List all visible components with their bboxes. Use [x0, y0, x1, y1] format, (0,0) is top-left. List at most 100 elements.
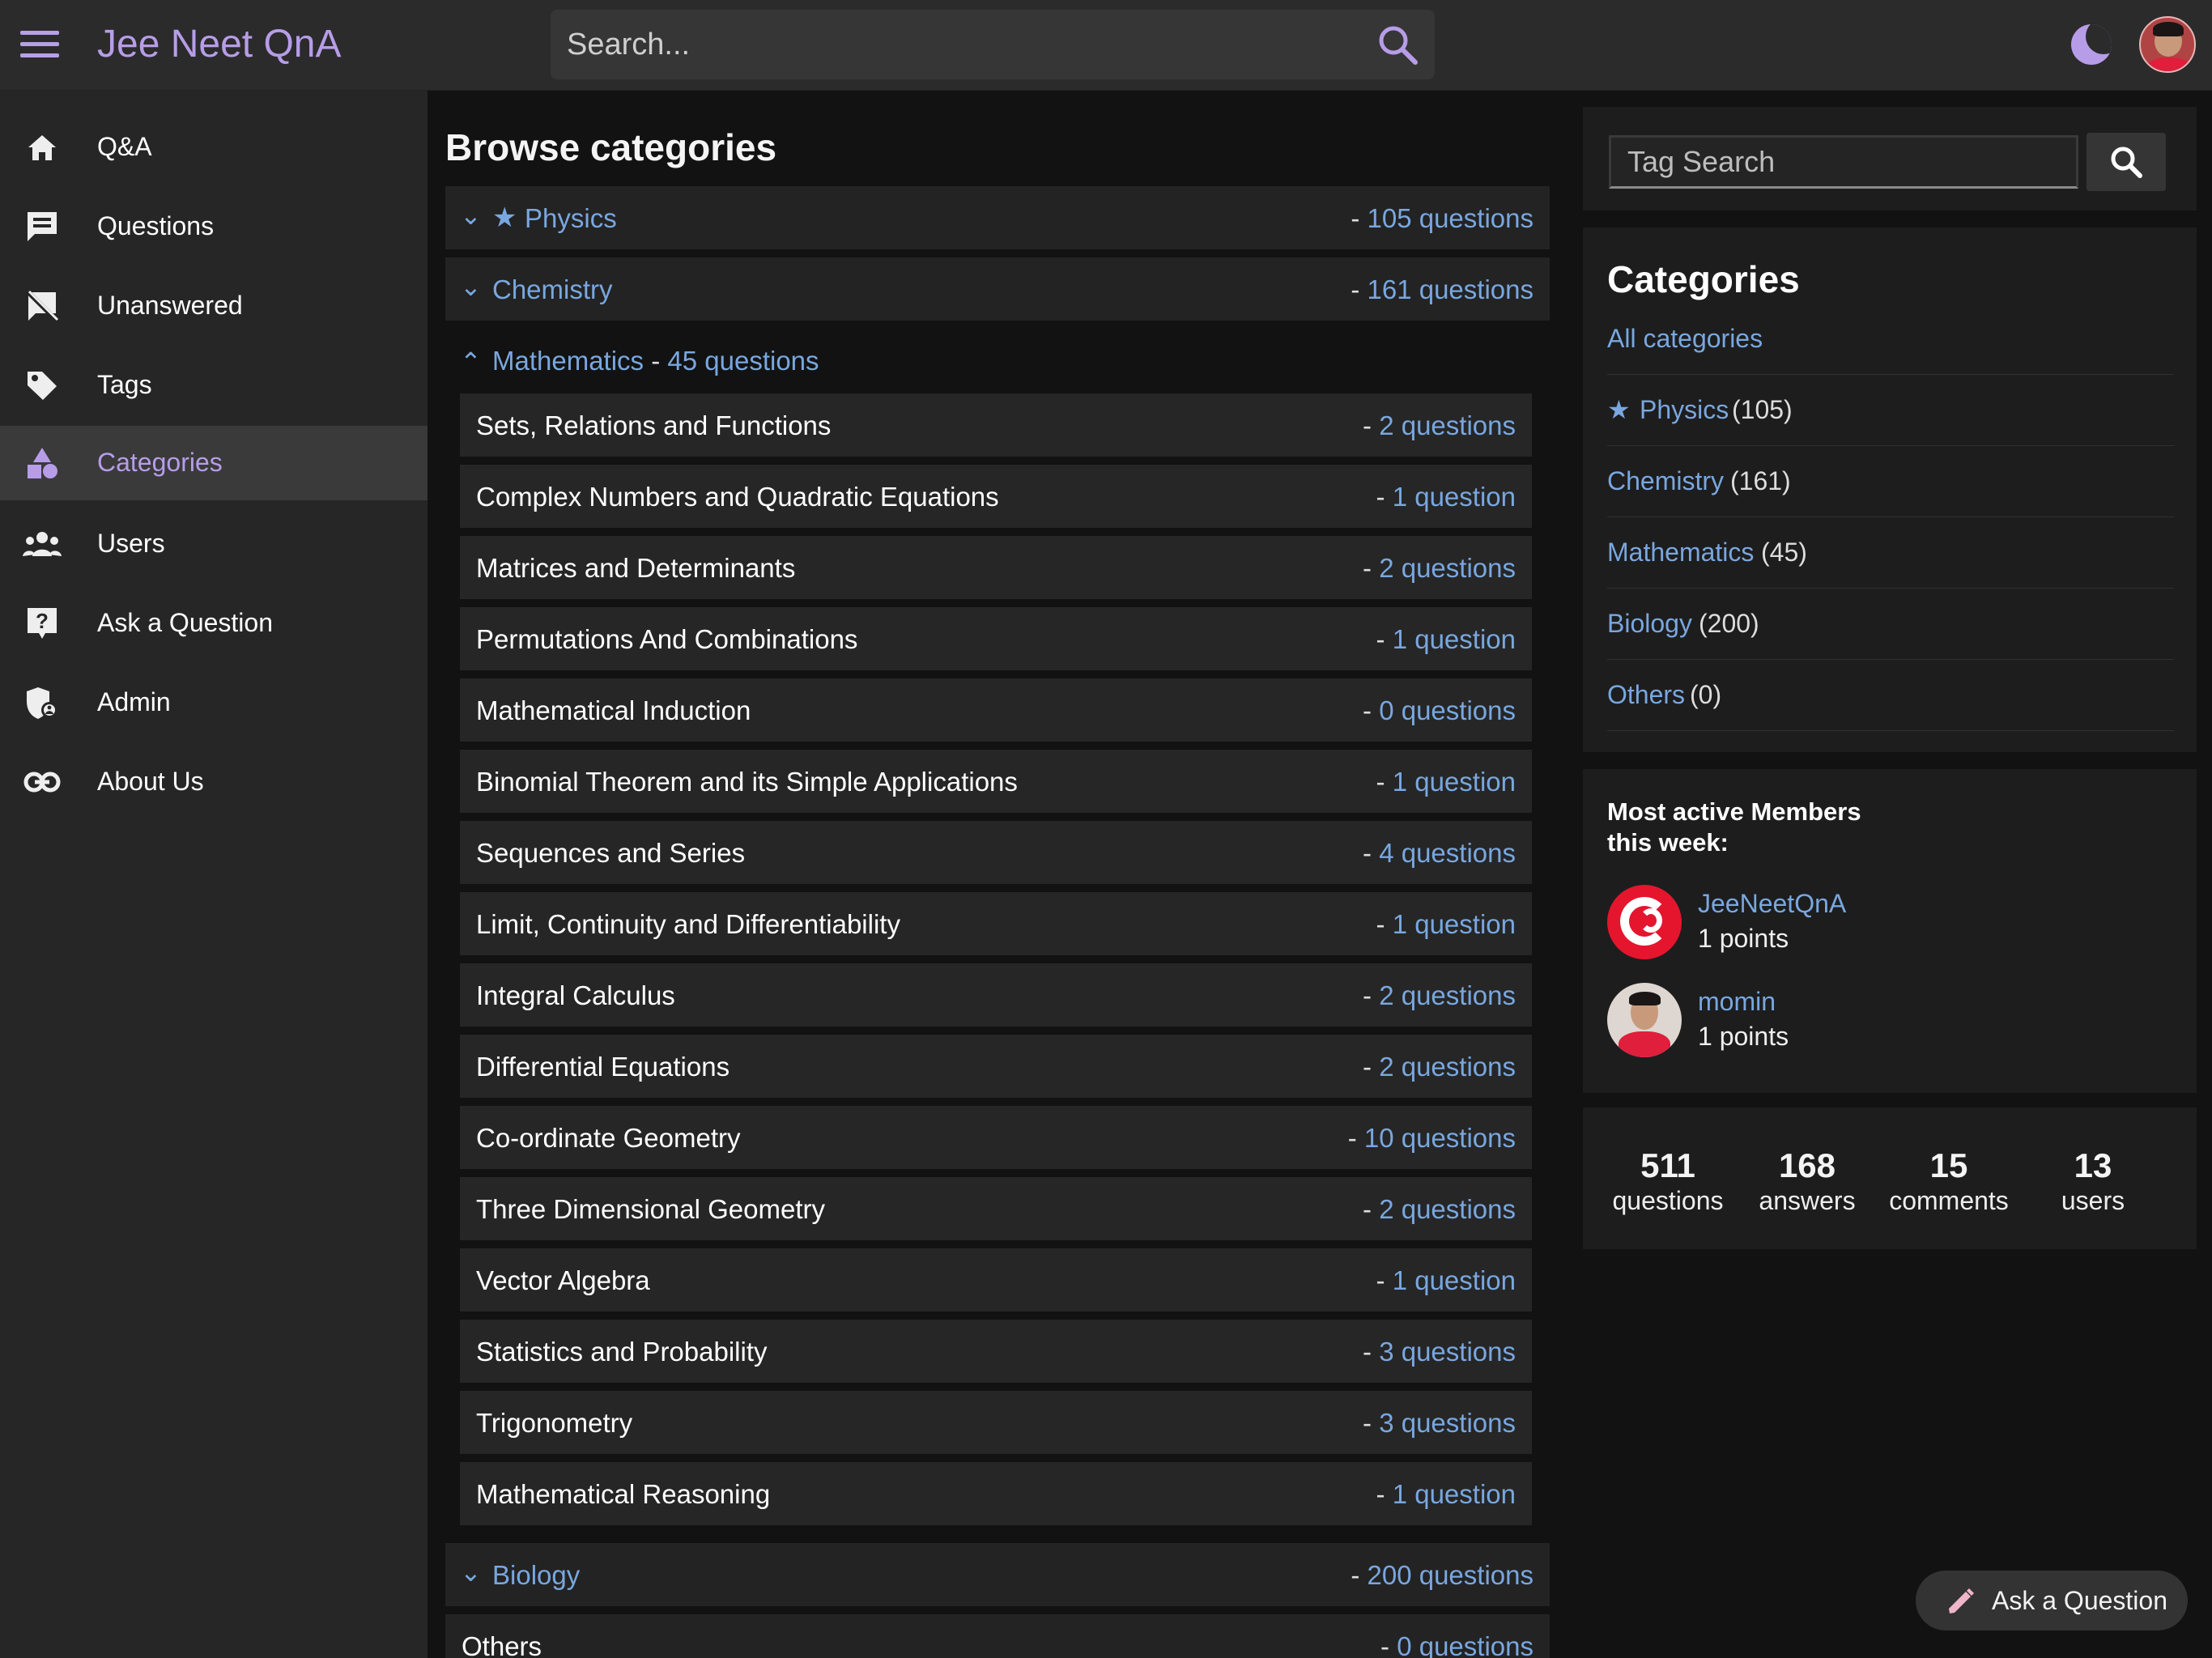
subcategory-name[interactable]: Co-ordinate Geometry	[476, 1123, 740, 1154]
category-name[interactable]: Chemistry	[492, 274, 613, 305]
subcategory-name[interactable]: Statistics and Probability	[476, 1337, 768, 1367]
category-link-biology[interactable]: Biology (200)	[1607, 589, 2174, 660]
member-avatar[interactable]	[1607, 983, 1682, 1057]
category-link-chemistry[interactable]: Chemistry (161)	[1607, 446, 2174, 517]
category-link-label[interactable]: Biology	[1607, 608, 1692, 639]
subcategory-row[interactable]: Co-ordinate Geometry - 10 questions	[460, 1106, 1532, 1169]
subcategory-count[interactable]: - 1 question	[1376, 1479, 1516, 1510]
subcategory-row[interactable]: Mathematical Reasoning - 1 question	[460, 1462, 1532, 1525]
category-link-label[interactable]: Chemistry	[1607, 466, 1724, 496]
tag-search-button[interactable]	[2087, 133, 2166, 191]
subcategory-count[interactable]: - 1 question	[1376, 1265, 1516, 1296]
ask-question-label[interactable]: Ask a Question	[1992, 1585, 2167, 1616]
chevron-down-icon[interactable]: ⌄	[460, 1559, 482, 1585]
subcategory-name[interactable]: Binomial Theorem and its Simple Applicat…	[476, 767, 1018, 797]
subcategory-row[interactable]: Permutations And Combinations - 1 questio…	[460, 607, 1532, 670]
subcategory-row[interactable]: Mathematical Induction - 0 questions	[460, 678, 1532, 742]
subcategory-name[interactable]: Vector Algebra	[476, 1265, 650, 1296]
subcategory-count[interactable]: - 2 questions	[1363, 980, 1516, 1011]
chevron-down-icon[interactable]: ⌄	[460, 274, 482, 300]
sidebar-item-categories[interactable]: Categories	[0, 426, 428, 500]
member-item[interactable]: momin 1 points	[1607, 983, 2133, 1064]
subcategory-row[interactable]: Complex Numbers and Quadratic Equations -…	[460, 465, 1532, 528]
member-avatar[interactable]	[1607, 885, 1682, 959]
subcategory-row[interactable]: Differential Equations - 2 questions	[460, 1035, 1532, 1098]
subcategory-count[interactable]: - 3 questions	[1363, 1408, 1516, 1439]
member-item[interactable]: JeeNeetQnA 1 points	[1607, 885, 2133, 966]
subcategory-row[interactable]: Integral Calculus - 2 questions	[460, 963, 1532, 1027]
member-name[interactable]: momin	[1698, 986, 1776, 1017]
category-link-others[interactable]: Others (0)	[1607, 660, 2174, 731]
sidebar-item-questions[interactable]: Questions	[0, 189, 428, 264]
category-row-physics[interactable]: ⌄ ★ Physics - 105 questions	[445, 186, 1550, 249]
subcategory-name[interactable]: Mathematical Reasoning	[476, 1479, 770, 1510]
search-icon[interactable]	[1373, 20, 1423, 70]
category-row-others[interactable]: Others - 0 questions	[445, 1614, 1550, 1658]
moon-icon[interactable]	[2071, 24, 2112, 65]
tag-search-input[interactable]	[1609, 135, 2078, 189]
subcategory-row[interactable]: Sequences and Series - 4 questions	[460, 821, 1532, 884]
chevron-up-icon[interactable]: ⌃	[460, 349, 482, 375]
sidebar-item-about-us[interactable]: About Us	[0, 745, 428, 819]
subcategory-row[interactable]: Limit, Continuity and Differentiability -…	[460, 892, 1532, 955]
subcategory-count[interactable]: - 2 questions	[1363, 410, 1516, 441]
category-count[interactable]: - 105 questions	[1351, 203, 1534, 234]
ask-question-floating-button[interactable]: Ask a Question	[1916, 1571, 2188, 1630]
category-count[interactable]: - 161 questions	[1351, 274, 1534, 305]
category-row-mathematics[interactable]: ⌃ Mathematics - 45 questions	[445, 329, 1550, 392]
subcategory-name[interactable]: Sequences and Series	[476, 838, 745, 869]
sidebar-item-users[interactable]: Users	[0, 507, 428, 581]
sidebar-item-unanswered[interactable]: Unanswered	[0, 269, 428, 343]
subcategory-name[interactable]: Complex Numbers and Quadratic Equations	[476, 482, 999, 512]
category-count[interactable]: - 200 questions	[1351, 1560, 1534, 1591]
site-title[interactable]: Jee Neet QnA	[97, 21, 342, 68]
subcategory-name[interactable]: Permutations And Combinations	[476, 624, 857, 655]
subcategory-row[interactable]: Matrices and Determinants - 2 questions	[460, 536, 1532, 599]
category-name[interactable]: Physics	[525, 203, 617, 234]
category-link-label[interactable]: Mathematics	[1607, 537, 1754, 568]
category-count[interactable]: - 0 questions	[1380, 1631, 1534, 1658]
subcategory-name[interactable]: Mathematical Induction	[476, 695, 751, 726]
sidebar-item-qa[interactable]: Q&A	[0, 110, 428, 185]
member-name[interactable]: JeeNeetQnA	[1698, 888, 1846, 919]
subcategory-count[interactable]: - 2 questions	[1363, 1194, 1516, 1225]
subcategory-name[interactable]: Matrices and Determinants	[476, 553, 795, 584]
subcategory-row[interactable]: Statistics and Probability - 3 questions	[460, 1320, 1532, 1383]
category-row-biology[interactable]: ⌄ Biology - 200 questions	[445, 1543, 1550, 1606]
category-link-all[interactable]: All categories	[1607, 304, 2174, 375]
sidebar-item-tags[interactable]: Tags	[0, 348, 428, 423]
category-name[interactable]: Mathematics - 45 questions	[492, 346, 819, 376]
search-input[interactable]	[551, 10, 1328, 79]
subcategory-count[interactable]: - 1 question	[1376, 482, 1516, 512]
subcategory-count[interactable]: - 1 question	[1376, 909, 1516, 940]
subcategory-name[interactable]: Integral Calculus	[476, 980, 675, 1011]
subcategory-name[interactable]: Trigonometry	[476, 1408, 632, 1439]
subcategory-count[interactable]: - 2 questions	[1363, 553, 1516, 584]
subcategory-count[interactable]: - 2 questions	[1363, 1052, 1516, 1082]
subcategory-count[interactable]: - 3 questions	[1363, 1337, 1516, 1367]
subcategory-name[interactable]: Sets, Relations and Functions	[476, 410, 831, 441]
category-link-label[interactable]: Others	[1607, 679, 1685, 710]
subcategory-count[interactable]: - 10 questions	[1348, 1123, 1516, 1154]
category-name[interactable]: Others	[462, 1631, 542, 1658]
subcategory-count[interactable]: - 1 question	[1376, 767, 1516, 797]
subcategory-row[interactable]: Binomial Theorem and its Simple Applicat…	[460, 750, 1532, 813]
sidebar-item-admin[interactable]: Admin	[0, 665, 428, 740]
subcategory-count[interactable]: - 4 questions	[1363, 838, 1516, 869]
subcategory-count[interactable]: - 0 questions	[1363, 695, 1516, 726]
menu-icon[interactable]	[20, 28, 59, 62]
category-name[interactable]: Biology	[492, 1560, 580, 1591]
subcategory-row[interactable]: Trigonometry - 3 questions	[460, 1391, 1532, 1454]
subcategory-name[interactable]: Three Dimensional Geometry	[476, 1194, 825, 1225]
sidebar-item-ask-question[interactable]: ? Ask a Question	[0, 586, 428, 661]
category-link-physics[interactable]: ★ Physics (105)	[1607, 375, 2174, 446]
subcategory-name[interactable]: Limit, Continuity and Differentiability	[476, 909, 900, 940]
subcategory-name[interactable]: Differential Equations	[476, 1052, 730, 1082]
category-row-chemistry[interactable]: ⌄ Chemistry - 161 questions	[445, 257, 1550, 321]
subcategory-row[interactable]: Three Dimensional Geometry - 2 questions	[460, 1177, 1532, 1240]
subcategory-row[interactable]: Vector Algebra - 1 question	[460, 1248, 1532, 1312]
chevron-down-icon[interactable]: ⌄	[460, 202, 482, 228]
category-link-label[interactable]: All categories	[1607, 323, 1763, 354]
subcategory-count[interactable]: - 1 question	[1376, 624, 1516, 655]
subcategory-row[interactable]: Sets, Relations and Functions - 2 questio…	[460, 393, 1532, 457]
